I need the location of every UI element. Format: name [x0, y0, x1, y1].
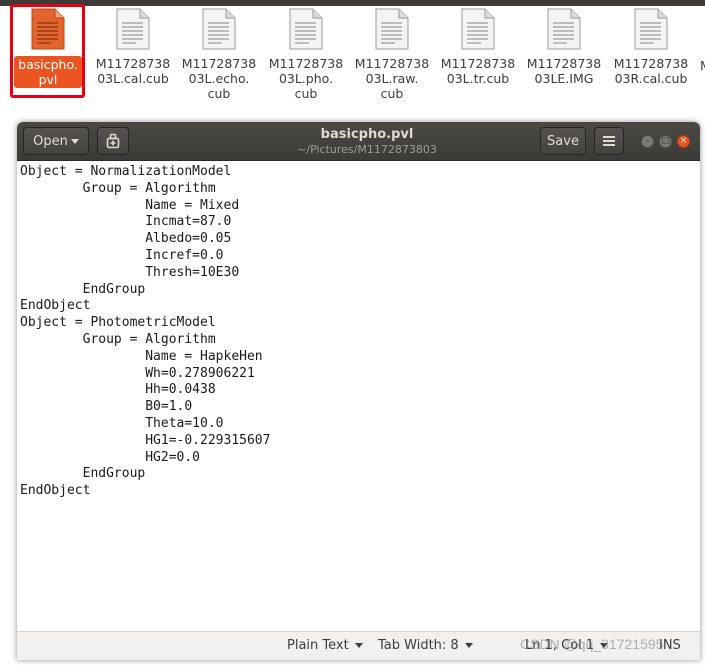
- code-line: EndObject: [20, 298, 91, 314]
- file-name: M11728738 03LE.IMG: [526, 56, 602, 86]
- code-line: EndObject: [20, 483, 91, 499]
- code-line: Group = Algorithm: [20, 331, 216, 347]
- file-name: M11728738 03L.pho. cub: [268, 56, 344, 101]
- file-item-cal-cub[interactable]: M11728738 03L.cal.cub: [93, 8, 173, 86]
- file-name: M11728738 03L.tr.cub: [440, 56, 516, 86]
- code-line: Object = NormalizationModel: [20, 164, 232, 179]
- watermark: CSDN @qq_31721595: [520, 636, 664, 652]
- code-line: Incmat=87.0: [20, 214, 232, 230]
- file-item-le-img[interactable]: M11728738 03LE.IMG: [524, 8, 604, 86]
- language-label: Plain Text: [287, 638, 349, 653]
- maximize-button[interactable]: □: [659, 135, 672, 148]
- menu-button[interactable]: [594, 127, 624, 155]
- chevron-down-icon: [70, 139, 79, 144]
- chevron-down-icon: [354, 643, 363, 648]
- code-line: Object = PhotometricModel: [20, 315, 216, 331]
- code-line: B0=1.0: [20, 399, 193, 415]
- code-line: Group = Algorithm: [20, 180, 216, 196]
- code-line: HG1=-0.229315607: [20, 432, 271, 448]
- document-file-icon: [375, 8, 409, 50]
- file-item-r-cal-cub[interactable]: M11728738 03R.cal.cub: [611, 8, 691, 86]
- minimize-button[interactable]: –: [641, 135, 654, 148]
- document-file-icon: [634, 8, 668, 50]
- code-line: Incref=0.0: [20, 247, 224, 263]
- file-name: M11728738 03L.echo. cub: [181, 56, 257, 101]
- file-item-echo-cub[interactable]: M11728738 03L.echo. cub: [179, 8, 259, 101]
- tab-width-label: Tab Width: 8: [378, 638, 459, 653]
- tab-width-selector[interactable]: Tab Width: 8: [378, 638, 473, 654]
- text-editor-area[interactable]: Object = NormalizationModel Group = Algo…: [17, 161, 700, 631]
- document-file-icon: [461, 8, 495, 50]
- code-line: HG2=0.0: [20, 449, 201, 465]
- file-item-raw-cub[interactable]: M11728738 03L.raw. cub: [352, 8, 432, 101]
- hamburger-menu-icon: [603, 136, 615, 146]
- code-line: EndGroup: [20, 466, 146, 482]
- code-line: Wh=0.278906221: [20, 365, 255, 381]
- minimize-icon: –: [645, 136, 650, 146]
- window-title-block: basicpho.pvl ~/Pictures/M1172873803: [217, 127, 517, 157]
- window-subtitle: ~/Pictures/M1172873803: [297, 143, 437, 156]
- file-name: M11728738 03R.cal.cub: [613, 56, 689, 86]
- new-tab-button[interactable]: [97, 127, 129, 155]
- file-name: M11728738 03L.cal.cub: [95, 56, 171, 86]
- code-line: Thresh=10E30: [20, 264, 240, 280]
- code-line: Hh=0.0438: [20, 382, 216, 398]
- code-line: EndGroup: [20, 281, 146, 297]
- new-document-icon: [106, 133, 120, 149]
- chevron-down-icon: [464, 643, 473, 648]
- header-bar: Open basicpho.pvl ~/Pictures/M1172873803…: [17, 122, 700, 161]
- save-button[interactable]: Save: [540, 127, 586, 155]
- selection-highlight: [10, 4, 85, 98]
- document-file-icon: [116, 8, 150, 50]
- code-line: Name = Mixed: [20, 197, 240, 213]
- open-button[interactable]: Open: [23, 127, 89, 155]
- code-line: Theta=10.0: [20, 415, 224, 431]
- code-line: Albedo=0.05: [20, 231, 232, 247]
- maximize-icon: □: [661, 136, 670, 146]
- document-file-icon: [202, 8, 236, 50]
- code-line: Name = HapkeHen: [20, 348, 263, 364]
- close-icon: ×: [679, 136, 688, 146]
- file-item-pho-cub[interactable]: M11728738 03L.pho. cub: [266, 8, 346, 101]
- document-file-icon: [547, 8, 581, 50]
- close-button[interactable]: ×: [677, 135, 690, 148]
- file-name: M11728738 03L.raw. cub: [354, 56, 430, 101]
- open-button-label: Open: [33, 134, 68, 149]
- gedit-window: Open basicpho.pvl ~/Pictures/M1172873803…: [17, 122, 700, 660]
- partial-file-name: M: [700, 58, 705, 72]
- language-selector[interactable]: Plain Text: [287, 638, 363, 654]
- window-title: basicpho.pvl: [320, 127, 414, 142]
- file-item-tr-cub[interactable]: M11728738 03L.tr.cub: [438, 8, 518, 86]
- document-file-icon: [289, 8, 323, 50]
